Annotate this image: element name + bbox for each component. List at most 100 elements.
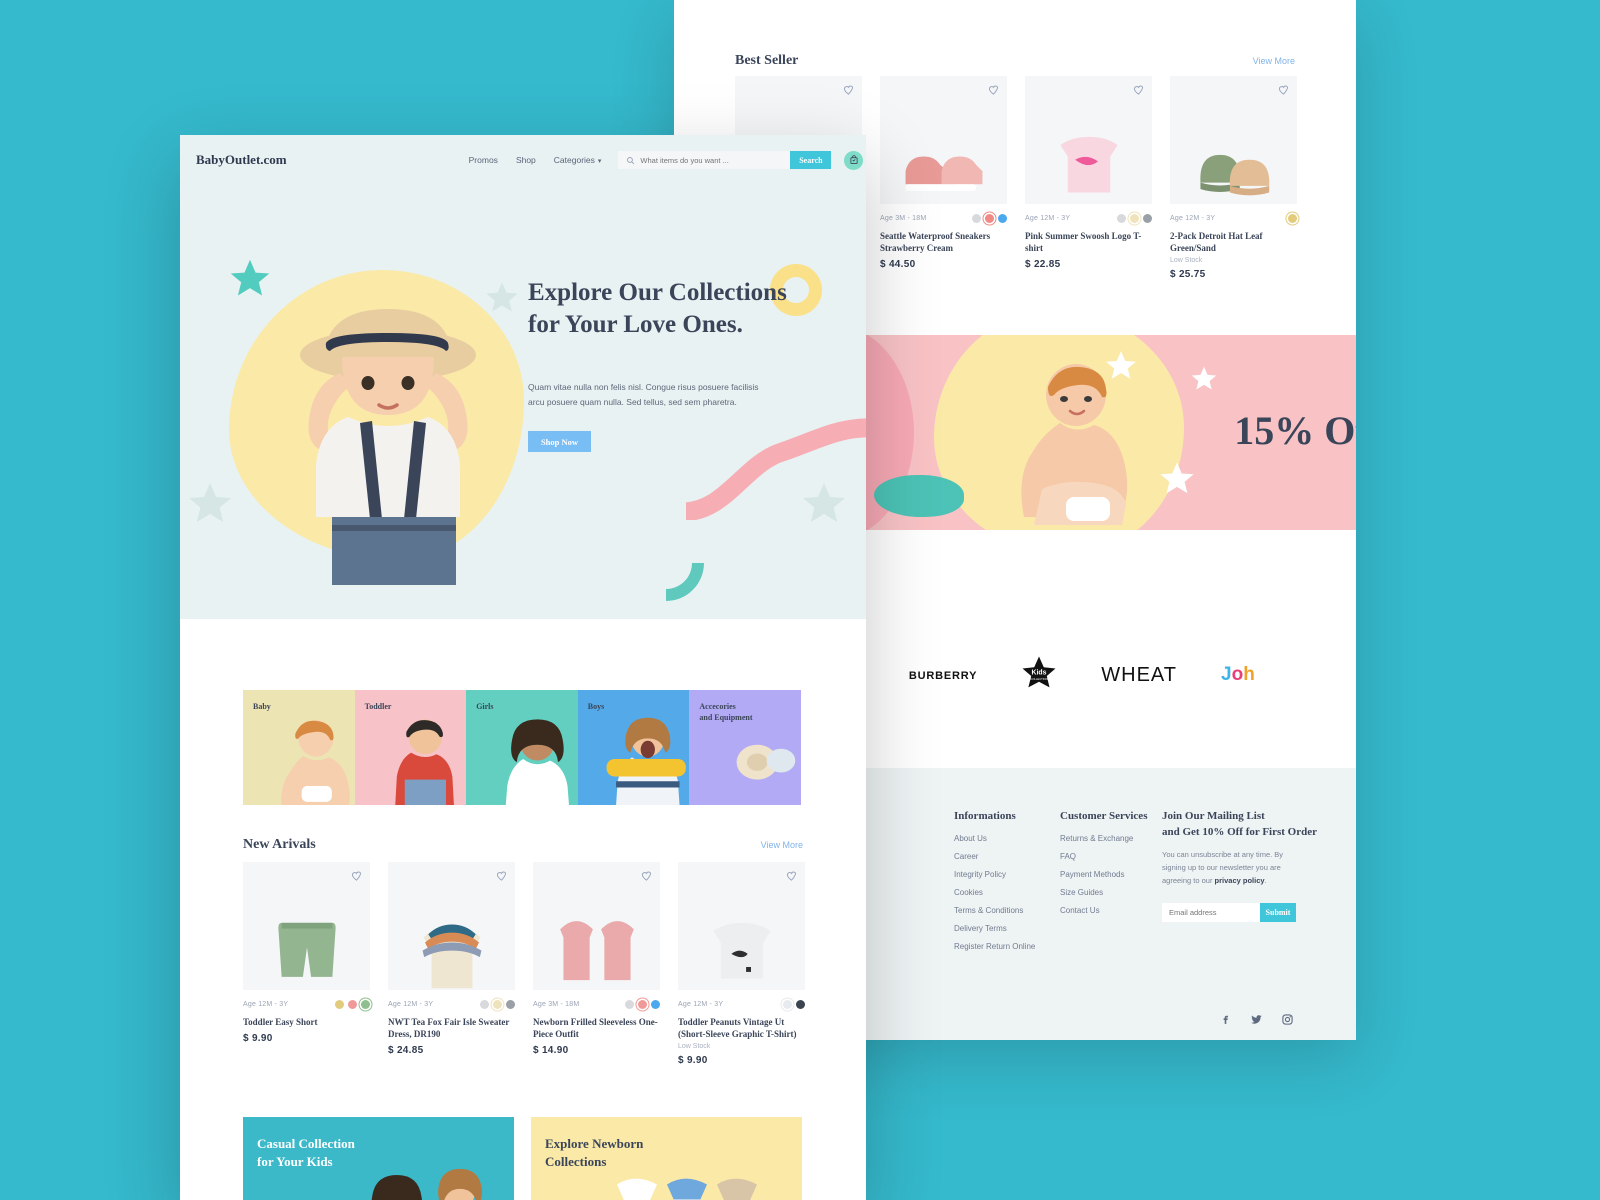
- search-button[interactable]: Search: [790, 151, 832, 169]
- color-swatch[interactable]: [1143, 213, 1152, 223]
- site-logo[interactable]: BabyOutlet.com: [196, 152, 287, 168]
- header-icon-buttons: [844, 150, 866, 170]
- product-image: [905, 156, 982, 191]
- star-icon: [1160, 462, 1194, 494]
- product-card[interactable]: Age 12M - 3Y 2-Pack Detroit Hat Leaf Gree…: [1170, 76, 1297, 280]
- color-swatch[interactable]: [348, 999, 357, 1009]
- color-swatch[interactable]: [506, 999, 515, 1009]
- search-input[interactable]: [640, 155, 786, 165]
- shop-now-button[interactable]: Shop Now: [528, 431, 591, 452]
- product-name[interactable]: 2-Pack Detroit Hat Leaf Green/Sand: [1170, 230, 1297, 254]
- twitter-icon[interactable]: [1250, 1013, 1263, 1026]
- product-name[interactable]: Newborn Frilled Sleeveless One-Piece Out…: [533, 1016, 660, 1040]
- new-arrivals-view-more[interactable]: View More: [761, 840, 803, 850]
- category-card-baby[interactable]: Baby: [243, 690, 355, 805]
- submit-button[interactable]: Submit: [1260, 903, 1296, 923]
- color-swatch[interactable]: [651, 999, 660, 1009]
- favorite-heart-icon[interactable]: [987, 83, 1000, 96]
- color-swatch[interactable]: [1117, 213, 1126, 223]
- footer-link[interactable]: Returns & Exchange: [1060, 834, 1147, 843]
- product-card[interactable]: Age 3M - 18M Seattle Waterproof Sneakers …: [880, 76, 1007, 280]
- promo-banner[interactable]: our 15% Off: [814, 335, 1356, 530]
- product-card[interactable]: Age 3M - 18M Newborn Frilled Sleeveless O…: [533, 862, 660, 1066]
- nav-item-categories[interactable]: Categories ▾: [554, 155, 602, 165]
- category-photo: [606, 717, 686, 805]
- color-swatch[interactable]: [625, 999, 634, 1009]
- nav-item-shop[interactable]: Shop: [516, 155, 536, 165]
- mailing-form: Submit: [1162, 903, 1317, 923]
- favorite-heart-icon[interactable]: [640, 869, 653, 882]
- footer-link-list: Returns & Exchange FAQ Payment Methods Size…: [1060, 834, 1147, 915]
- footer-link[interactable]: Delivery Terms: [954, 924, 1035, 933]
- search-box[interactable]: [618, 151, 791, 169]
- privacy-policy-link[interactable]: privacy policy: [1215, 876, 1265, 885]
- product-image-wrap[interactable]: [388, 862, 515, 990]
- bag-icon[interactable]: [844, 150, 864, 170]
- promo-card-1[interactable]: Explore Newborn Collections: [531, 1117, 802, 1200]
- color-swatch[interactable]: [783, 999, 792, 1009]
- product-name[interactable]: Seattle Waterproof Sneakers Strawberry C…: [880, 230, 1007, 254]
- footer-link[interactable]: Contact Us: [1060, 906, 1147, 915]
- color-swatch[interactable]: [638, 999, 647, 1009]
- best-seller-view-more[interactable]: View More: [1253, 56, 1295, 66]
- favorite-heart-icon[interactable]: [495, 869, 508, 882]
- svg-text:COLLECTION: COLLECTION: [1031, 676, 1048, 680]
- footer-link[interactable]: FAQ: [1060, 852, 1147, 861]
- color-swatch[interactable]: [335, 999, 344, 1009]
- color-swatch[interactable]: [493, 999, 502, 1009]
- color-swatch[interactable]: [1130, 213, 1139, 223]
- footer-link[interactable]: Size Guides: [1060, 888, 1147, 897]
- product-name[interactable]: Toddler Peanuts Vintage Ut (Short-Sleeve…: [678, 1016, 805, 1040]
- product-image-wrap[interactable]: [880, 76, 1007, 204]
- category-card-accecories[interactable]: Accecories and Equipment: [689, 690, 801, 805]
- product-image-wrap[interactable]: [678, 862, 805, 990]
- color-swatch[interactable]: [985, 213, 994, 223]
- favorite-heart-icon[interactable]: [350, 869, 363, 882]
- footer-link-list: About Us Career Integrity Policy Cookies Ter…: [954, 834, 1035, 951]
- footer-link[interactable]: Cookies: [954, 888, 1035, 897]
- product-card[interactable]: Age 12M - 3Y Toddler Easy Short $ 9.90: [243, 862, 370, 1066]
- color-swatch[interactable]: [1288, 213, 1297, 223]
- product-image-wrap[interactable]: [1025, 76, 1152, 204]
- product-image-wrap[interactable]: [243, 862, 370, 990]
- favorite-heart-icon[interactable]: [1277, 83, 1290, 96]
- footer-link[interactable]: Payment Methods: [1060, 870, 1147, 879]
- product-card[interactable]: Age 12M - 3Y Toddler Peanuts Vintage Ut (…: [678, 862, 805, 1066]
- footer-col-informations: Informations About Us Career Integrity Pol…: [954, 810, 1035, 960]
- product-image-wrap[interactable]: [1170, 76, 1297, 204]
- footer-link[interactable]: Register Return Online: [954, 942, 1035, 951]
- favorite-heart-icon[interactable]: [785, 869, 798, 882]
- email-input[interactable]: [1162, 903, 1260, 923]
- color-swatch[interactable]: [796, 999, 805, 1009]
- product-meta: Age 12M - 3Y: [243, 997, 370, 1011]
- category-photo: [395, 719, 455, 805]
- color-swatch[interactable]: [998, 213, 1007, 223]
- color-swatch[interactable]: [972, 213, 981, 223]
- favorite-heart-icon[interactable]: [1132, 83, 1145, 96]
- promo-card-0[interactable]: Casual Collection for Your Kids: [243, 1117, 514, 1200]
- product-name[interactable]: NWT Tea Fox Fair Isle Sweater Dress, DR1…: [388, 1016, 515, 1040]
- product-image: [422, 924, 481, 989]
- footer-link[interactable]: Terms & Conditions: [954, 906, 1035, 915]
- footer-link[interactable]: Career: [954, 852, 1035, 861]
- favorite-heart-icon[interactable]: [842, 83, 855, 96]
- promo-card-title: Explore Newborn Collections: [545, 1136, 644, 1170]
- product-card[interactable]: Age 12M - 3Y Pink Summer Swoosh Logo T-sh…: [1025, 76, 1152, 280]
- color-swatch[interactable]: [361, 999, 370, 1009]
- category-card-girls[interactable]: Girls: [466, 690, 578, 805]
- footer-link[interactable]: About Us: [954, 834, 1035, 843]
- category-card-boys[interactable]: Boys: [577, 690, 690, 805]
- product-name[interactable]: Toddler Easy Short: [243, 1016, 370, 1028]
- product-name[interactable]: Pink Summer Swoosh Logo T-shirt: [1025, 230, 1152, 254]
- footer-col-customer-services: Customer Services Returns & Exchange FAQ P…: [1060, 810, 1147, 924]
- color-swatch[interactable]: [480, 999, 489, 1009]
- facebook-icon[interactable]: [1219, 1013, 1232, 1026]
- footer-link[interactable]: Integrity Policy: [954, 870, 1035, 879]
- main-nav: Promos Shop Categories ▾: [469, 155, 602, 165]
- product-card[interactable]: Age 12M - 3Y NWT Tea Fox Fair Isle Sweate…: [388, 862, 515, 1066]
- category-card-toddler[interactable]: Toddler: [354, 690, 467, 805]
- product-image-wrap[interactable]: [533, 862, 660, 990]
- best-seller-header: Best Seller View More: [735, 53, 1295, 69]
- nav-item-promos[interactable]: Promos: [469, 155, 498, 165]
- instagram-icon[interactable]: [1281, 1013, 1294, 1026]
